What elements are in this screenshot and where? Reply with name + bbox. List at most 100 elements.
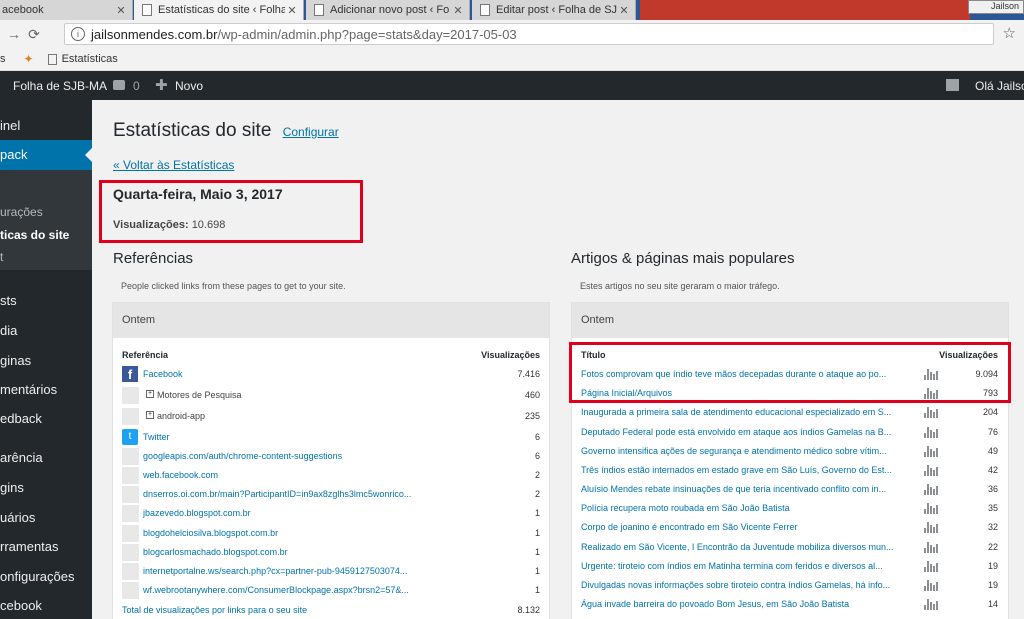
expand-icon[interactable]: + [146,411,154,419]
referrer-label[interactable]: wf.webrootanywhere.com/ConsumerBlockpage… [143,585,443,595]
close-icon[interactable]: ✕ [617,4,631,17]
close-icon[interactable]: ✕ [451,4,465,17]
referrer-label[interactable]: blogdohelciosilva.blogspot.com.br [143,528,278,538]
period-header[interactable]: Ontem [113,303,549,338]
post-title-link[interactable]: Corpo de joanino é encontrado em São Vic… [581,522,906,532]
notifications-icon[interactable] [946,79,959,91]
sidebar-item-jetpack[interactable]: pack [0,140,92,170]
post-title-link[interactable]: Água invade barreira do povoado Bom Jesu… [581,599,906,609]
table-row[interactable]: web.facebook.com 2 [113,466,549,485]
window-user-label[interactable]: Jailson [968,0,1024,14]
table-row[interactable]: blogdohelciosilva.blogspot.com.br 1 [113,524,549,543]
bar-chart-icon[interactable] [924,484,938,495]
bar-chart-icon[interactable] [924,522,938,533]
referrer-label[interactable]: Motores de Pesquisa [157,390,242,400]
post-title-link[interactable]: Divulgadas novas informações sobre tirot… [581,580,906,590]
forward-icon[interactable]: → [4,26,24,42]
referrer-label[interactable]: android-app [157,411,205,421]
sidebar-item-aparencia[interactable]: arência [0,450,92,465]
referrer-label[interactable]: googleapis.com/auth/chrome-content-sugge… [143,451,473,461]
info-icon[interactable]: i [71,27,85,41]
period-header[interactable]: Ontem [572,303,1008,338]
post-title-link[interactable]: Realizado em São Vicente, I Encontrão da… [581,542,906,552]
table-row[interactable]: internetportalne.ws/search.php?cx=partne… [113,562,549,581]
bar-chart-icon[interactable] [924,599,938,610]
table-row[interactable]: dnserros.oi.com.br/main?ParticipantID=in… [113,485,549,504]
referrer-label[interactable]: Facebook [143,369,183,379]
close-icon[interactable]: ✕ [285,4,299,17]
table-row[interactable]: + Motores de Pesquisa 460 [113,386,549,405]
bar-chart-icon[interactable] [924,580,938,591]
site-name-link[interactable]: Folha de SJB-MA [13,79,107,93]
browser-tab-stats[interactable]: Estatísticas do site ‹ Folha ✕ [134,0,304,20]
new-link[interactable]: Novo [175,79,203,93]
post-title-link[interactable]: Polícia recupera moto roubada em São Joã… [581,503,906,513]
bar-chart-icon[interactable] [924,465,938,476]
greeting-link[interactable]: Olá Jailson [975,79,1024,93]
table-row[interactable]: wf.webrootanywhere.com/ConsumerBlockpage… [113,581,549,600]
bar-chart-icon[interactable] [924,427,938,438]
table-row[interactable]: jbazevedo.blogspot.com.br 1 [113,504,549,523]
bookmark-star-icon[interactable]: ☆ [1003,24,1016,42]
referrer-label[interactable]: blogcarlosmachado.blogspot.com.br [143,547,288,557]
table-row[interactable]: Governo intensifica ações de segurança e… [572,442,1008,461]
extension-icon[interactable]: ✦ [24,52,34,66]
post-title-link[interactable]: Deputado Federal pode está envolvido em … [581,427,906,437]
table-row[interactable]: Três índios estão internados em estado g… [572,461,1008,480]
sidebar-item-painel[interactable]: inel [0,118,92,133]
total-label[interactable]: Total de visualizações por links para o … [122,605,307,615]
apps-label[interactable]: s [0,53,6,65]
referrer-label[interactable]: internetportalne.ws/search.php?cx=partne… [143,566,443,576]
referrer-label[interactable]: jbazevedo.blogspot.com.br [143,508,251,518]
table-row[interactable]: googleapis.com/auth/chrome-content-sugge… [113,447,549,466]
sidebar-item-plugins[interactable]: gins [0,480,92,495]
bookmark-stats[interactable]: Estatísticas [62,53,118,65]
sidebar-item-paginas[interactable]: ginas [0,353,92,368]
submenu-item-configuracoes[interactable]: urações [0,205,92,219]
table-row[interactable]: Realizado em São Vicente, I Encontrão da… [572,538,1008,557]
bar-chart-icon[interactable] [924,446,938,457]
sidebar-item-feedback[interactable]: edback [0,411,92,426]
expand-icon[interactable]: + [146,390,154,398]
bar-chart-icon[interactable] [924,542,938,553]
table-row[interactable]: Urgente: tiroteio com índios em Matinha … [572,557,1008,576]
table-row[interactable]: Inaugurada a primeira sala de atendiment… [572,403,1008,422]
table-row[interactable]: t Twitter 6 [113,428,549,447]
comments-count[interactable]: 0 [133,79,140,93]
table-row[interactable]: + android-app 235 [113,407,549,426]
sidebar-item-comentarios[interactable]: mentários [0,382,92,397]
sidebar-item-usuarios[interactable]: uários [0,510,92,525]
table-row[interactable]: Corpo de joanino é encontrado em São Vic… [572,518,1008,537]
referrer-label[interactable]: dnserros.oi.com.br/main?ParticipantID=in… [143,489,443,499]
table-row[interactable]: f Facebook 7.416 [113,365,549,384]
post-title-link[interactable]: Inaugurada a primeira sala de atendiment… [581,407,906,417]
bar-chart-icon[interactable] [924,503,938,514]
table-row[interactable]: Aluísio Mendes rebate insinuações de que… [572,480,1008,499]
back-link[interactable]: « Voltar às Estatísticas [113,158,234,172]
post-title-link[interactable]: Urgente: tiroteio com índios em Matinha … [581,561,906,571]
submenu-item-other[interactable]: t [0,250,92,264]
browser-tab-edit-post[interactable]: Editar post ‹ Folha de SJB ✕ [472,0,636,20]
browser-tab-facebook[interactable]: acebook ✕ [0,0,133,20]
table-row[interactable]: Polícia recupera moto roubada em São Joã… [572,499,1008,518]
bar-chart-icon[interactable] [924,561,938,572]
bar-chart-icon[interactable] [924,407,938,418]
post-title-link[interactable]: Aluísio Mendes rebate insinuações de que… [581,484,906,494]
submenu-item-estatisticas[interactable]: ticas do site [0,228,92,242]
comments-icon[interactable] [113,80,125,90]
post-title-link[interactable]: Três índios estão internados em estado g… [581,465,906,475]
table-row[interactable]: Deputado Federal pode está envolvido em … [572,423,1008,442]
url-input[interactable]: i jailsonmendes.com.br /wp-admin/admin.p… [64,23,994,45]
sidebar-item-midia[interactable]: dia [0,323,92,338]
table-row[interactable]: Divulgadas novas informações sobre tirot… [572,576,1008,595]
post-title-link[interactable]: Governo intensifica ações de segurança e… [581,446,906,456]
referrer-label[interactable]: Twitter [143,432,170,442]
close-icon[interactable]: ✕ [114,4,128,17]
configure-link[interactable]: Configurar [283,125,339,139]
sidebar-item-facebook[interactable]: cebook [0,598,92,613]
plus-icon[interactable]: ✚ [155,76,168,94]
referrer-label[interactable]: web.facebook.com [143,470,218,480]
browser-tab-add-post[interactable]: Adicionar novo post ‹ Fo ✕ [306,0,470,20]
table-row[interactable]: Água invade barreira do povoado Bom Jesu… [572,595,1008,614]
table-row[interactable]: blogcarlosmachado.blogspot.com.br 1 [113,543,549,562]
